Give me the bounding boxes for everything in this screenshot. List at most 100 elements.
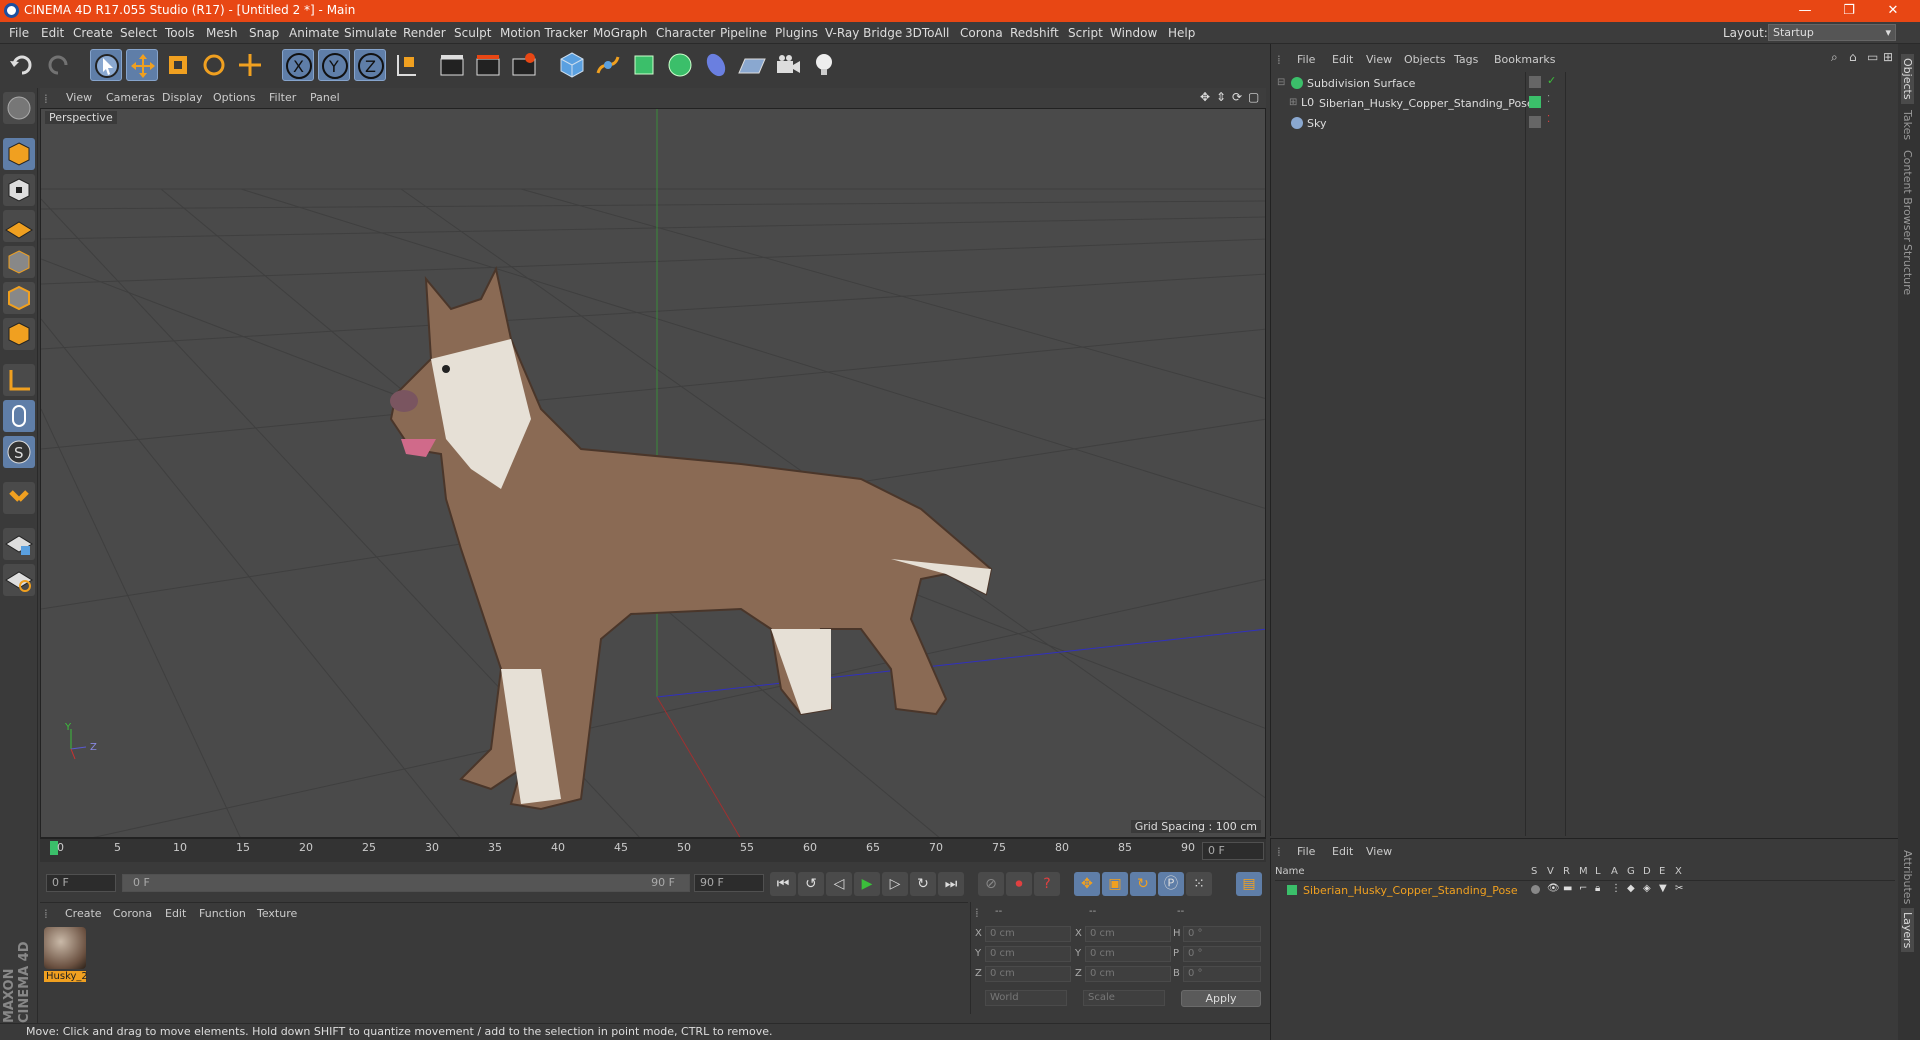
viewport-menu-view[interactable]: View xyxy=(66,91,92,104)
menu-sculpt[interactable]: Sculpt xyxy=(454,26,491,40)
polygons-mode-button[interactable] xyxy=(3,318,35,350)
viewport-pan-icon[interactable]: ✥ xyxy=(1200,90,1210,104)
timeline-window-button[interactable]: ▤ xyxy=(1236,872,1262,896)
layer-col-solo[interactable]: S xyxy=(1531,866,1537,877)
xref-icon[interactable]: ✂ xyxy=(1675,883,1683,894)
solo-icon[interactable] xyxy=(1531,885,1540,894)
previous-key-button[interactable]: ↺ xyxy=(798,872,824,896)
deformer-icon[interactable]: ◈ xyxy=(1643,883,1651,894)
material-menu-corona[interactable]: Corona xyxy=(113,907,152,920)
object-row-sky[interactable]: Sky ⁚ xyxy=(1275,114,1895,134)
layer-menu-file[interactable]: File xyxy=(1297,845,1315,858)
model-mode-button[interactable] xyxy=(3,138,35,170)
menu-redshift[interactable]: Redshift xyxy=(1010,26,1059,40)
key-scale-button[interactable]: ▣ xyxy=(1102,872,1128,896)
manager-icon[interactable]: ⌐ xyxy=(1579,883,1587,894)
object-menu-file[interactable]: File xyxy=(1297,53,1315,66)
menu-motion-tracker[interactable]: Motion Tracker xyxy=(500,26,588,40)
points-mode-button[interactable] xyxy=(3,246,35,278)
render-settings-button[interactable] xyxy=(508,49,540,81)
scale-select[interactable]: Scale xyxy=(1083,990,1165,1006)
menu-window[interactable]: Window xyxy=(1110,26,1157,40)
layer-color-icon[interactable] xyxy=(1529,96,1541,108)
rotate-button[interactable] xyxy=(198,49,230,81)
lock-icon[interactable]: 🔒︎ xyxy=(1595,883,1600,894)
render-view-button[interactable] xyxy=(436,49,468,81)
menu-character[interactable]: Character xyxy=(656,26,715,40)
key-pla-button[interactable]: ⁙ xyxy=(1186,872,1212,896)
layer-tag-icon[interactable] xyxy=(1529,116,1541,128)
layer-col-expressions[interactable]: E xyxy=(1659,866,1665,877)
go-to-start-button[interactable]: ⏮ xyxy=(770,872,796,896)
menu-simulate[interactable]: Simulate xyxy=(344,26,397,40)
enabled-check-icon[interactable]: ✓ xyxy=(1547,74,1556,87)
material-menu-edit[interactable]: Edit xyxy=(165,907,186,920)
x-axis-button[interactable]: X xyxy=(282,49,314,81)
material-menu-create[interactable]: Create xyxy=(65,907,102,920)
camera-button[interactable] xyxy=(772,49,804,81)
grid-snap-button[interactable] xyxy=(3,564,35,596)
tab-content-browser[interactable]: Content Browser xyxy=(1901,150,1914,242)
home-icon[interactable]: ⌂ xyxy=(1849,50,1857,64)
floor-button[interactable] xyxy=(736,49,768,81)
material-menu-function[interactable]: Function xyxy=(199,907,246,920)
animation-icon[interactable]: ⋮ xyxy=(1611,883,1621,894)
undo-button[interactable] xyxy=(6,49,38,81)
tab-structure[interactable]: Structure xyxy=(1901,244,1914,295)
layer-col-deformers[interactable]: D xyxy=(1643,866,1651,877)
expression-icon[interactable]: ▼ xyxy=(1659,883,1667,894)
move-button[interactable] xyxy=(126,49,158,81)
next-key-button[interactable]: ↻ xyxy=(910,872,936,896)
rotation-b-field[interactable]: 0 ° xyxy=(1183,966,1261,982)
position-x-field[interactable]: 0 cm xyxy=(985,926,1071,942)
size-x-field[interactable]: 0 cm xyxy=(1085,926,1171,942)
layer-col-locked[interactable]: L xyxy=(1595,866,1601,877)
viewport-perspective[interactable]: Perspective Y Z Grid Spacing : 100 cm xyxy=(40,108,1266,838)
menu-mesh[interactable]: Mesh xyxy=(206,26,238,40)
recent-tools-button[interactable] xyxy=(234,49,266,81)
size-z-field[interactable]: 0 cm xyxy=(1085,966,1171,982)
viewport-menu-panel[interactable]: Panel xyxy=(310,91,340,104)
subdivision-surface-button[interactable] xyxy=(628,49,660,81)
material-swatch[interactable]: Husky_2 xyxy=(44,927,88,983)
menu-mograph[interactable]: MoGraph xyxy=(593,26,648,40)
edges-mode-button[interactable] xyxy=(3,282,35,314)
step-forward-button[interactable]: ▷ xyxy=(882,872,908,896)
menu-script[interactable]: Script xyxy=(1068,26,1103,40)
play-button[interactable]: ▶ xyxy=(854,872,880,896)
tab-attributes[interactable]: Attributes xyxy=(1901,850,1914,904)
generator-icon[interactable]: ◆ xyxy=(1627,883,1635,894)
workplane-lock-button[interactable] xyxy=(3,528,35,560)
object-row-husky[interactable]: ⊞ L0 Siberian_Husky_Copper_Standing_Pose… xyxy=(1275,94,1895,114)
apply-button[interactable]: Apply xyxy=(1181,990,1261,1007)
material-menu-texture[interactable]: Texture xyxy=(257,907,297,920)
texture-mode-button[interactable] xyxy=(3,174,35,206)
layout-select[interactable]: Startup ▾ xyxy=(1768,24,1896,41)
range-slider[interactable]: 0 F 90 F xyxy=(122,874,690,892)
rotation-p-field[interactable]: 0 ° xyxy=(1183,946,1261,962)
layer-col-manager[interactable]: M xyxy=(1579,866,1588,877)
start-frame-field[interactable]: 0 F xyxy=(46,874,116,892)
tab-takes[interactable]: Takes xyxy=(1901,110,1914,140)
autokey-button[interactable]: ? xyxy=(1034,872,1060,896)
menu-create[interactable]: Create xyxy=(73,26,113,40)
tweak-mode-button[interactable] xyxy=(3,400,35,432)
layer-color-icon[interactable] xyxy=(1287,885,1297,895)
husky-model[interactable] xyxy=(389,266,993,811)
visibility-dots-icon[interactable]: ⁚ xyxy=(1547,94,1550,105)
key-move-button[interactable]: ✥ xyxy=(1074,872,1100,896)
render-clapper-icon[interactable]: ▬ xyxy=(1563,883,1572,894)
cloner-button[interactable] xyxy=(664,49,696,81)
menu-corona[interactable]: Corona xyxy=(960,26,1003,40)
layer-tag-icon[interactable] xyxy=(1529,76,1541,88)
menu-vray-bridge[interactable]: V-Ray Bridge xyxy=(825,26,902,40)
spline-pen-button[interactable] xyxy=(592,49,624,81)
viewport-menu-options[interactable]: Options xyxy=(213,91,255,104)
expand-plus-icon[interactable]: ⊞ xyxy=(1289,97,1297,108)
cube-button[interactable] xyxy=(556,49,588,81)
step-back-button[interactable]: ◁ xyxy=(826,872,852,896)
menu-file[interactable]: File xyxy=(9,26,29,40)
menu-edit[interactable]: Edit xyxy=(41,26,64,40)
menu-help[interactable]: Help xyxy=(1168,26,1195,40)
object-menu-bookmarks[interactable]: Bookmarks xyxy=(1494,53,1555,66)
